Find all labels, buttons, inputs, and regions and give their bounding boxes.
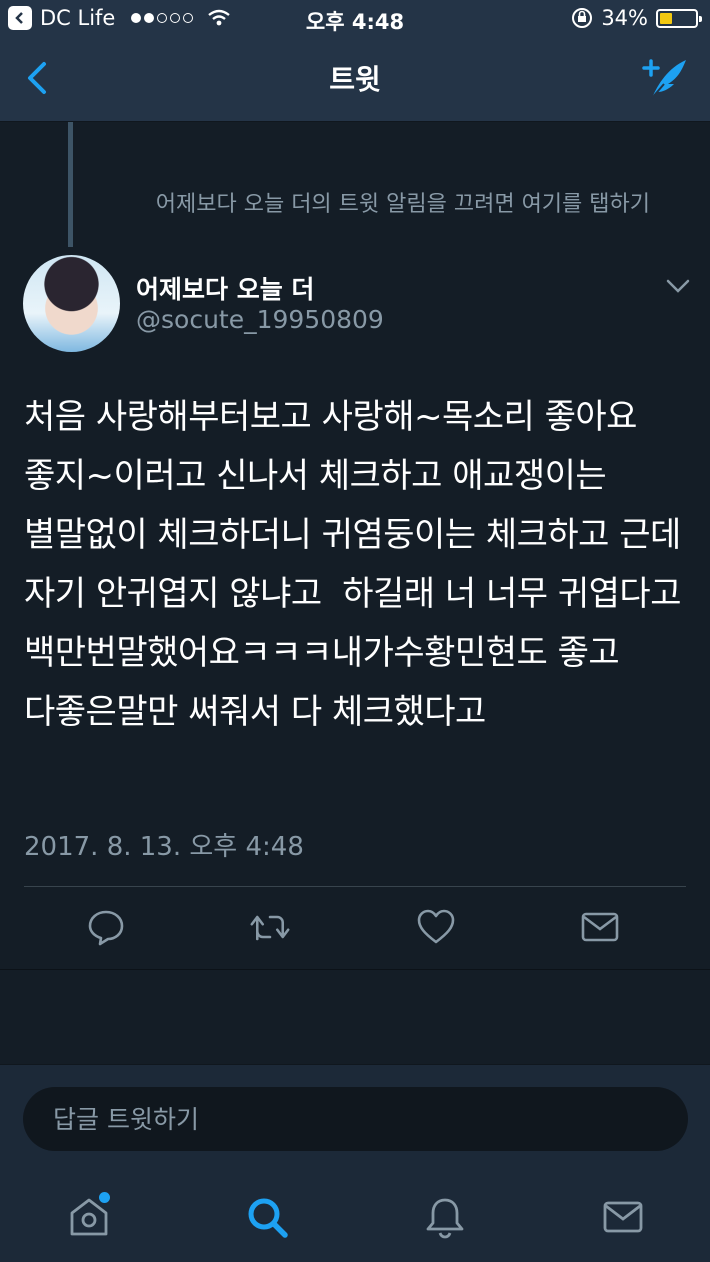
reply-input[interactable]	[23, 1087, 688, 1151]
tab-home[interactable]	[64, 1192, 114, 1242]
tweet-text: 처음 사랑해부터보고 사랑해~목소리 좋아요 좋지~이러고 신나서 체크하고 애…	[24, 397, 692, 732]
tab-notifications[interactable]	[420, 1192, 470, 1242]
reply-button[interactable]	[86, 905, 126, 949]
divider	[24, 886, 686, 887]
user-handle[interactable]: @socute_19950809	[136, 305, 384, 334]
compose-tweet-icon[interactable]	[638, 54, 692, 104]
status-right: 34%	[571, 6, 702, 30]
bell-icon	[426, 1198, 464, 1239]
retweet-icon	[250, 915, 290, 941]
tab-messages[interactable]	[598, 1192, 648, 1242]
orientation-lock-icon	[572, 8, 593, 28]
reply-icon	[88, 910, 124, 946]
user-display-name[interactable]: 어제보다 오늘 더	[136, 270, 314, 306]
new-content-dot	[99, 1192, 110, 1203]
like-button[interactable]	[416, 905, 456, 949]
battery-percent: 34%	[601, 6, 648, 30]
tab-bar	[0, 1174, 710, 1262]
page-title: 트윗	[329, 63, 381, 96]
tweet-actions	[0, 905, 710, 953]
navigation-bar: 트윗	[0, 40, 710, 122]
direct-message-button[interactable]	[580, 905, 620, 949]
envelope-icon	[603, 1201, 643, 1233]
thread-connector-line	[68, 122, 73, 247]
status-bar: DC Life 오후 4:48 34%	[0, 0, 710, 40]
tab-search[interactable]	[242, 1192, 292, 1242]
turn-off-notifications-link[interactable]: 어제보다 오늘 더의 트윗 알림을 끄려면 여기를 탭하기	[0, 186, 650, 218]
battery-icon	[656, 8, 702, 28]
battery-level	[660, 12, 672, 24]
reply-bar	[0, 1064, 710, 1174]
heart-icon	[417, 909, 455, 944]
empty-area	[0, 970, 710, 1064]
retweet-button[interactable]	[250, 905, 290, 949]
tweet-timestamp: 2017. 8. 13. 오후 4:48	[24, 832, 304, 862]
search-icon	[248, 1198, 288, 1238]
avatar[interactable]	[23, 255, 120, 352]
envelope-icon	[581, 912, 619, 942]
chevron-down-icon[interactable]	[666, 278, 690, 294]
